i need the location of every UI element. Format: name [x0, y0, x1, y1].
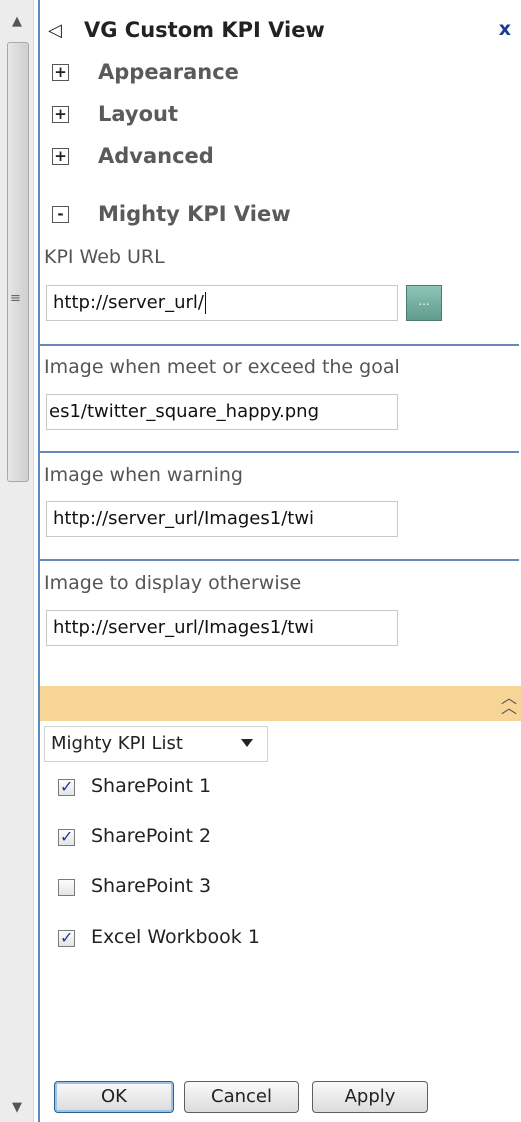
checkbox[interactable]: ✓ [58, 928, 75, 947]
checkbox-label[interactable]: SharePoint 2 [91, 825, 211, 847]
kpi-list-dropdown[interactable]: Mighty KPI List [44, 726, 268, 762]
grip-lines-icon: ≡ [10, 291, 21, 306]
section-label[interactable]: Advanced [98, 144, 214, 168]
checkbox[interactable]: ✓ [58, 827, 75, 846]
checkbox-label[interactable]: SharePoint 1 [91, 775, 211, 797]
ok-button[interactable]: OK [54, 1081, 174, 1113]
kpi-web-url-value: http://server_url/ [53, 292, 204, 313]
check-icon: ✓ [60, 827, 74, 846]
browse-button[interactable]: ... [406, 285, 442, 321]
expand-icon[interactable]: + [52, 64, 69, 81]
tool-pane: ◁ VG Custom KPI View x + Appearance + La… [38, 0, 521, 1122]
divider [40, 559, 519, 561]
image-meet-goal-input[interactable]: es1/twitter_square_happy.png [46, 394, 398, 430]
list-section-header: ︿ ︿ [40, 686, 521, 721]
dropdown-selected-value: Mighty KPI List [51, 733, 183, 754]
checkbox-label[interactable]: Excel Workbook 1 [91, 926, 260, 948]
collapse-pane-arrow-icon[interactable]: ◁ [48, 20, 62, 41]
section-label[interactable]: Mighty KPI View [98, 202, 291, 226]
divider [40, 451, 519, 453]
image-warning-input[interactable]: http://server_url/Images1/twi [46, 501, 398, 537]
chevron-down-icon [241, 739, 253, 747]
apply-button[interactable]: Apply [312, 1081, 428, 1113]
section-label[interactable]: Appearance [98, 60, 239, 84]
section-label[interactable]: Layout [98, 102, 178, 126]
collapse-icon[interactable]: - [52, 206, 69, 223]
pane-title: VG Custom KPI View [84, 18, 325, 42]
text-caret [205, 292, 206, 314]
check-icon: ✓ [60, 928, 74, 947]
image-warning-value: http://server_url/Images1/twi [53, 508, 315, 529]
image-otherwise-label: Image to display otherwise [44, 572, 302, 594]
scroll-up-arrow-icon[interactable]: ▲ [0, 8, 34, 34]
checkbox[interactable]: ✓ [58, 777, 75, 796]
image-warning-label: Image when warning [44, 464, 243, 486]
expand-icon[interactable]: + [52, 148, 69, 165]
divider [40, 344, 519, 346]
check-icon: ✓ [60, 777, 74, 796]
image-meet-goal-label: Image when meet or exceed the goal [44, 356, 400, 378]
kpi-web-url-input[interactable]: http://server_url/ [46, 285, 398, 321]
image-meet-goal-value: es1/twitter_square_happy.png [49, 401, 320, 422]
tool-pane-header: ◁ VG Custom KPI View x [40, 12, 521, 50]
scrollbar-thumb[interactable]: ≡ [7, 42, 29, 482]
checkbox[interactable] [58, 879, 75, 896]
double-chevron-up-icon[interactable]: ︿ ︿ [501, 690, 517, 716]
checkbox-label[interactable]: SharePoint 3 [91, 875, 211, 897]
image-otherwise-input[interactable]: http://server_url/Images1/twi [46, 610, 398, 646]
image-otherwise-value: http://server_url/Images1/twi [53, 617, 315, 638]
cancel-button[interactable]: Cancel [184, 1081, 299, 1113]
scroll-down-arrow-icon[interactable]: ▼ [0, 1094, 34, 1120]
expand-icon[interactable]: + [52, 106, 69, 123]
close-icon[interactable]: x [499, 18, 511, 40]
vertical-scrollbar[interactable]: ▲ ≡ ▼ [0, 0, 34, 1122]
kpi-web-url-label: KPI Web URL [44, 246, 165, 268]
